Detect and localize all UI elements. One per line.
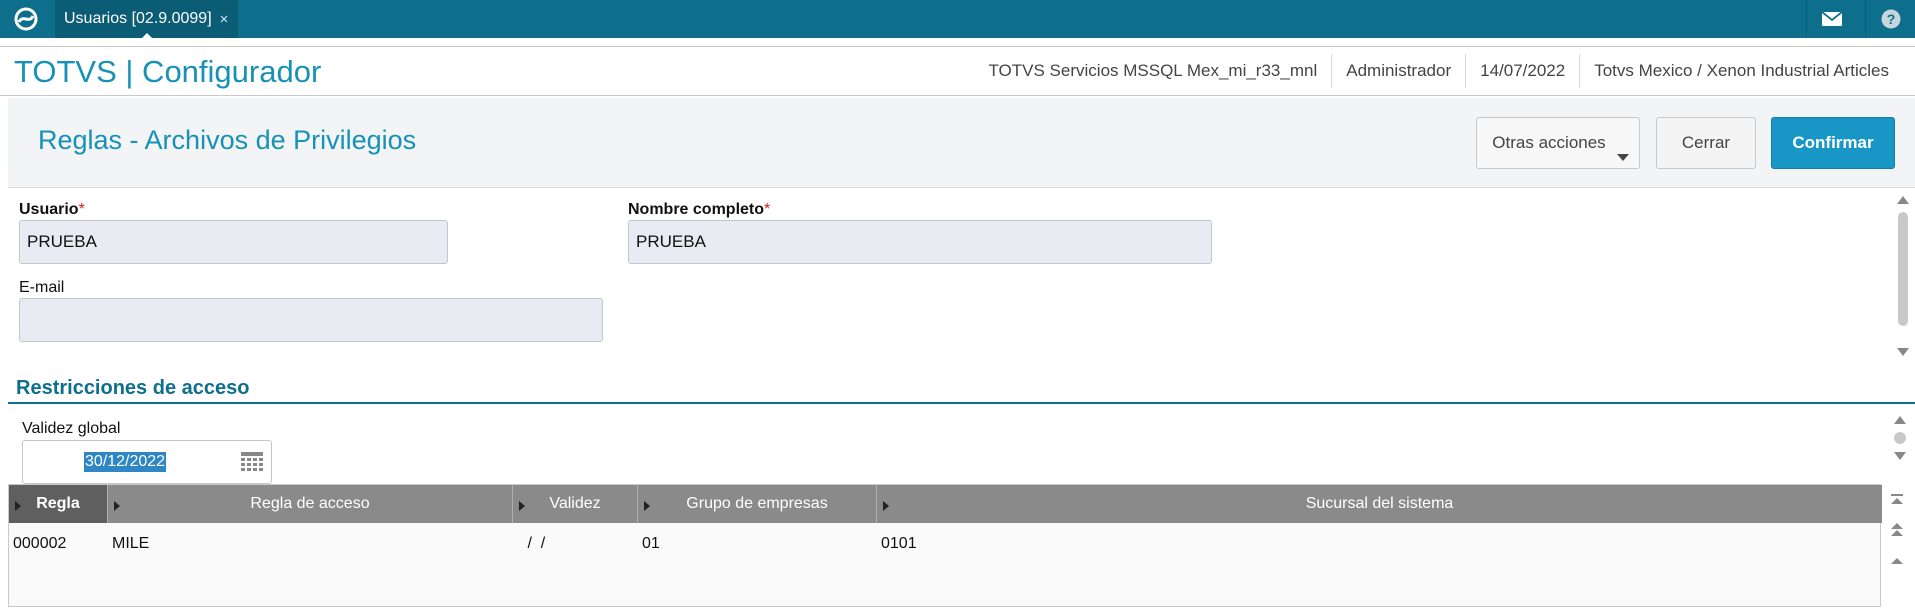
scroll-down-icon[interactable] (1897, 348, 1909, 356)
other-actions-label: Otras acciones (1492, 133, 1606, 152)
nombre-completo-field[interactable]: PRUEBA (628, 220, 1212, 264)
close-button[interactable]: Cerrar (1656, 117, 1756, 169)
form-scrollbar[interactable] (1892, 190, 1914, 366)
access-rules-grid: Regla Regla de acceso Validez Grupo de e… (8, 484, 1882, 607)
scroll-up-icon[interactable] (1897, 196, 1909, 204)
column-header-regla-de-acceso[interactable]: Regla de acceso (108, 485, 513, 523)
usuario-label: Usuario* (19, 201, 85, 218)
cell-sucursal-del-sistema[interactable]: 0101 (877, 523, 1882, 565)
calendar-icon[interactable] (241, 452, 263, 472)
mail-icon[interactable] (1806, 0, 1856, 38)
validez-global-label: Validez global (22, 420, 121, 437)
email-field[interactable] (19, 298, 603, 342)
user-label[interactable]: Administrador (1331, 54, 1465, 88)
scroll-thumb[interactable] (1894, 432, 1906, 444)
app-title: TOTVS | Configurador (14, 54, 322, 89)
header-info: TOTVS Servicios MSSQL Mex_mi_r33_mnl Adm… (974, 47, 1903, 95)
column-header-sucursal-del-sistema[interactable]: Sucursal del sistema (877, 485, 1882, 523)
column-marker-icon (15, 501, 21, 511)
active-tab-indicator (138, 33, 156, 42)
grid-navigation (1883, 484, 1911, 607)
help-icon[interactable]: ? (1865, 0, 1915, 38)
other-actions-button[interactable]: Otras acciones (1476, 117, 1640, 169)
column-marker-icon (883, 501, 889, 511)
section-divider (8, 402, 1915, 404)
cell-validez[interactable]: / / (513, 523, 638, 565)
column-marker-icon (519, 501, 525, 511)
user-form: Usuario* PRUEBA Nombre completo* PRUEBA … (8, 190, 1909, 370)
section-scrollbar[interactable] (1889, 416, 1911, 476)
column-header-grupo-de-empresas[interactable]: Grupo de empresas (638, 485, 877, 523)
cell-grupo-de-empresas[interactable]: 01 (638, 523, 877, 565)
previous-record-icon[interactable] (1891, 558, 1903, 564)
column-header-regla[interactable]: Regla (9, 485, 108, 523)
totvs-logo-icon[interactable] (10, 6, 42, 32)
column-marker-icon (114, 501, 120, 511)
validez-global-field[interactable]: 30/12/2022 (22, 440, 272, 484)
page-toolbar: Reglas - Archivos de Privilegios Otras a… (8, 98, 1915, 188)
date-label[interactable]: 14/07/2022 (1465, 54, 1579, 88)
scroll-thumb[interactable] (1898, 212, 1908, 326)
table-row[interactable]: 000002 MILE / / 01 0101 (9, 523, 1882, 565)
svg-text:?: ? (1886, 11, 1895, 27)
column-header-validez[interactable]: Validez (513, 485, 638, 523)
scroll-down-icon[interactable] (1894, 452, 1906, 460)
column-marker-icon (644, 501, 650, 511)
tab-label: Usuarios [02.9.0099] (64, 10, 212, 27)
grid-header: Regla Regla de acceso Validez Grupo de e… (9, 485, 1882, 523)
validez-global-value[interactable]: 30/12/2022 (84, 452, 167, 472)
email-label: E-mail (19, 279, 65, 296)
tab-close-icon[interactable]: × (220, 11, 229, 28)
usuario-field[interactable]: PRUEBA (19, 220, 448, 264)
nombre-completo-label: Nombre completo* (628, 201, 771, 218)
page-title: Reglas - Archivos de Privilegios (38, 125, 417, 155)
chevron-down-icon (1617, 154, 1629, 161)
top-tab-bar: Usuarios [02.9.0099] × ? (0, 0, 1915, 42)
app-header: TOTVS | Configurador TOTVS Servicios MSS… (0, 46, 1915, 96)
environment-label[interactable]: TOTVS Servicios MSSQL Mex_mi_r33_mnl (974, 54, 1331, 88)
first-record-icon[interactable] (1891, 494, 1903, 504)
page-up-icon[interactable] (1891, 523, 1903, 536)
confirm-button[interactable]: Confirmar (1771, 117, 1895, 169)
section-title: Restricciones de acceso (16, 377, 250, 399)
cell-regla-de-acceso[interactable]: MILE (108, 523, 513, 565)
cell-regla[interactable]: 000002 (9, 523, 108, 565)
scroll-up-icon[interactable] (1894, 416, 1906, 424)
company-label[interactable]: Totvs Mexico / Xenon Industrial Articles (1579, 54, 1903, 88)
